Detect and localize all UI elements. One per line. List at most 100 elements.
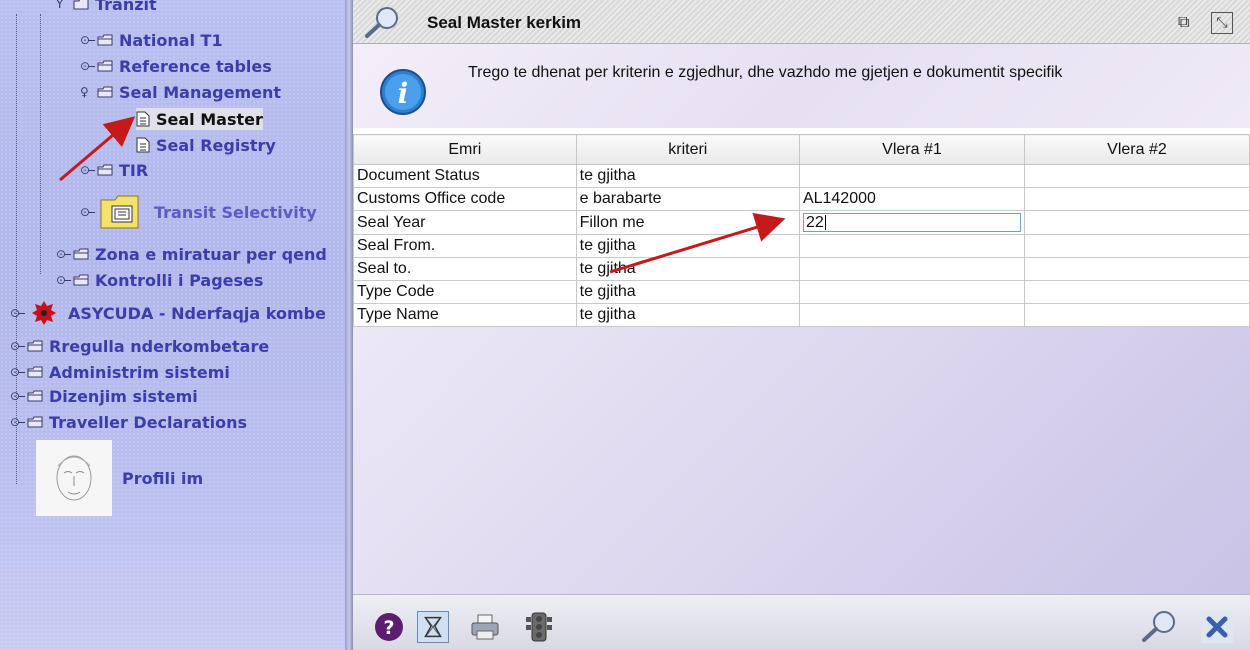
cell-name: Seal From. xyxy=(353,234,577,258)
expand-icon[interactable]: ⊙ xyxy=(10,339,24,353)
traffic-light-icon[interactable] xyxy=(523,611,555,643)
magnifier-icon xyxy=(365,7,398,38)
cell-value-2[interactable] xyxy=(1023,187,1250,211)
avatar xyxy=(36,440,112,516)
tree-item-asycuda[interactable]: ⊙ ASYCUDA - Nderfaqja kombe xyxy=(10,298,326,328)
cell-criteria[interactable]: Fillon me xyxy=(575,210,800,235)
tree-item-kontrolli[interactable]: ⊙ Kontrolli i Pageses xyxy=(56,268,263,292)
collapse-icon[interactable]: Y xyxy=(56,0,70,11)
window-titlebar[interactable]: Seal Master kerkim ⧉ ⤡ xyxy=(353,0,1250,44)
table-row[interactable]: Type Name te gjitha xyxy=(353,303,1250,327)
tree-label: Rregulla nderkombetare xyxy=(49,336,270,356)
cell-value-2[interactable] xyxy=(1023,257,1250,281)
tree-item-seal-registry[interactable]: Seal Registry xyxy=(136,134,276,156)
computer-folder-icon xyxy=(100,195,139,229)
cell-criteria[interactable]: te gjitha xyxy=(575,280,800,304)
expand-icon[interactable]: ⊙ xyxy=(10,389,24,403)
seal-year-input[interactable]: 22 xyxy=(802,213,1021,232)
cell-value-1[interactable] xyxy=(798,257,1025,281)
cell-criteria[interactable]: te gjitha xyxy=(575,257,800,281)
expand-icon[interactable]: ⊙ xyxy=(80,205,94,219)
tree-item-traveller[interactable]: ⊙ Traveller Declarations xyxy=(10,410,247,434)
cell-criteria[interactable]: e barabarte xyxy=(575,187,800,211)
table-row[interactable]: Document Status te gjitha xyxy=(353,164,1250,188)
folder-icon xyxy=(27,366,43,378)
table-row[interactable]: Customs Office code e barabarte AL142000 xyxy=(353,187,1250,211)
folder-icon xyxy=(27,416,43,428)
tree-item-profili[interactable]: Profili im xyxy=(36,440,203,516)
cell-criteria[interactable]: te gjitha xyxy=(575,303,800,327)
cell-name: Customs Office code xyxy=(353,187,577,211)
expand-icon[interactable]: ⊙ xyxy=(56,273,70,287)
tree-label: Kontrolli i Pageses xyxy=(95,270,264,290)
cell-criteria[interactable]: te gjitha xyxy=(575,164,800,188)
expand-icon[interactable]: ⊙ xyxy=(10,306,24,320)
help-icon[interactable]: ? xyxy=(373,611,405,643)
cell-value-1-editor[interactable]: 22 xyxy=(798,210,1025,235)
svg-text:i: i xyxy=(398,77,409,110)
cell-criteria[interactable]: te gjitha xyxy=(575,234,800,258)
tree-item-dizenjim[interactable]: ⊙ Dizenjim sistemi xyxy=(10,384,198,408)
collapse-icon[interactable]: ♀ xyxy=(80,85,94,99)
cell-value-1[interactable] xyxy=(798,303,1025,327)
cell-value-2[interactable] xyxy=(1023,164,1250,188)
tree-label: Transit Selectivity xyxy=(154,202,317,222)
column-header-kriteri[interactable]: kriteri xyxy=(575,134,800,165)
expand-icon[interactable]: ⊙ xyxy=(56,247,70,261)
search-icon[interactable] xyxy=(1139,609,1179,643)
expand-icon[interactable]: ⊙ xyxy=(80,33,94,47)
tree-item-administrim[interactable]: ⊙ Administrim sistemi xyxy=(10,360,230,384)
column-header-emri[interactable]: Emri xyxy=(353,134,577,165)
input-value: 22 xyxy=(805,214,824,231)
close-icon[interactable] xyxy=(1201,611,1233,643)
table-row[interactable]: Seal to. te gjitha xyxy=(353,257,1250,281)
navigation-tree: Y Tranzit ⊙ National T1 ⊙ Reference tabl… xyxy=(0,0,345,650)
maximize-icon[interactable]: ⤡ xyxy=(1211,12,1233,34)
tree-label: TIR xyxy=(119,160,149,180)
tree-label: Seal Master xyxy=(156,109,263,129)
bottom-toolbar: ? xyxy=(353,594,1250,650)
table-row[interactable]: Seal From. te gjitha xyxy=(353,234,1250,258)
tree-item-tir[interactable]: ⊙ TIR xyxy=(80,158,148,182)
tree-item-zona[interactable]: ⊙ Zona e miratuar per qend xyxy=(56,242,327,266)
expand-icon[interactable]: ⊙ xyxy=(10,415,24,429)
cell-value-2[interactable] xyxy=(1023,303,1250,327)
table-row[interactable]: Seal Year Fillon me 22 xyxy=(353,210,1250,235)
expand-icon[interactable]: ⊙ xyxy=(10,365,24,379)
folder-icon xyxy=(97,164,113,176)
table-row[interactable]: Type Code te gjitha xyxy=(353,280,1250,304)
cell-value-1[interactable] xyxy=(798,164,1025,188)
tree-item-reference-tables[interactable]: ⊙ Reference tables xyxy=(80,54,272,78)
cell-value-2[interactable] xyxy=(1023,280,1250,304)
column-header-vlera-2[interactable]: Vlera #2 xyxy=(1023,134,1250,165)
print-icon[interactable] xyxy=(469,611,501,643)
tree-item-seal-master[interactable]: Seal Master xyxy=(136,108,263,130)
tree-item-seal-management[interactable]: ♀ Seal Management xyxy=(80,80,281,104)
panel-splitter[interactable] xyxy=(345,0,353,650)
restore-icon[interactable]: ⧉ xyxy=(1178,12,1200,34)
search-window: Seal Master kerkim ⧉ ⤡ i Trego te dhenat… xyxy=(353,0,1250,650)
expand-icon[interactable]: ⊙ xyxy=(80,163,94,177)
tree-item-national-t1[interactable]: ⊙ National T1 xyxy=(80,28,223,52)
text-cursor xyxy=(824,215,826,231)
filter-icon[interactable] xyxy=(417,611,449,643)
cell-value-2[interactable] xyxy=(1023,234,1250,258)
tree-label: Tranzit xyxy=(95,0,157,14)
cell-value-2[interactable] xyxy=(1023,210,1250,235)
tree-item-tranzit[interactable]: Y Tranzit xyxy=(56,0,157,16)
cell-name: Document Status xyxy=(353,164,577,188)
tree-item-transit-selectivity[interactable]: ⊙ Transit Selectivity xyxy=(80,190,317,234)
column-header-vlera-1[interactable]: Vlera #1 xyxy=(798,134,1025,165)
table-header-row: Emri kriteri Vlera #1 Vlera #2 xyxy=(353,134,1250,165)
criteria-table: Emri kriteri Vlera #1 Vlera #2 Document … xyxy=(353,134,1250,327)
cell-value-1[interactable] xyxy=(798,280,1025,304)
tree-item-rregulla[interactable]: ⊙ Rregulla nderkombetare xyxy=(10,334,269,358)
info-icon: i xyxy=(380,69,426,115)
tree-label: Seal Registry xyxy=(156,135,276,155)
tree-label: National T1 xyxy=(119,30,223,50)
cell-value-1[interactable] xyxy=(798,234,1025,258)
criteria-table-area: Emri kriteri Vlera #1 Vlera #2 Document … xyxy=(353,134,1250,594)
cell-name: Seal Year xyxy=(353,210,577,235)
expand-icon[interactable]: ⊙ xyxy=(80,59,94,73)
cell-value-1[interactable]: AL142000 xyxy=(798,187,1025,211)
